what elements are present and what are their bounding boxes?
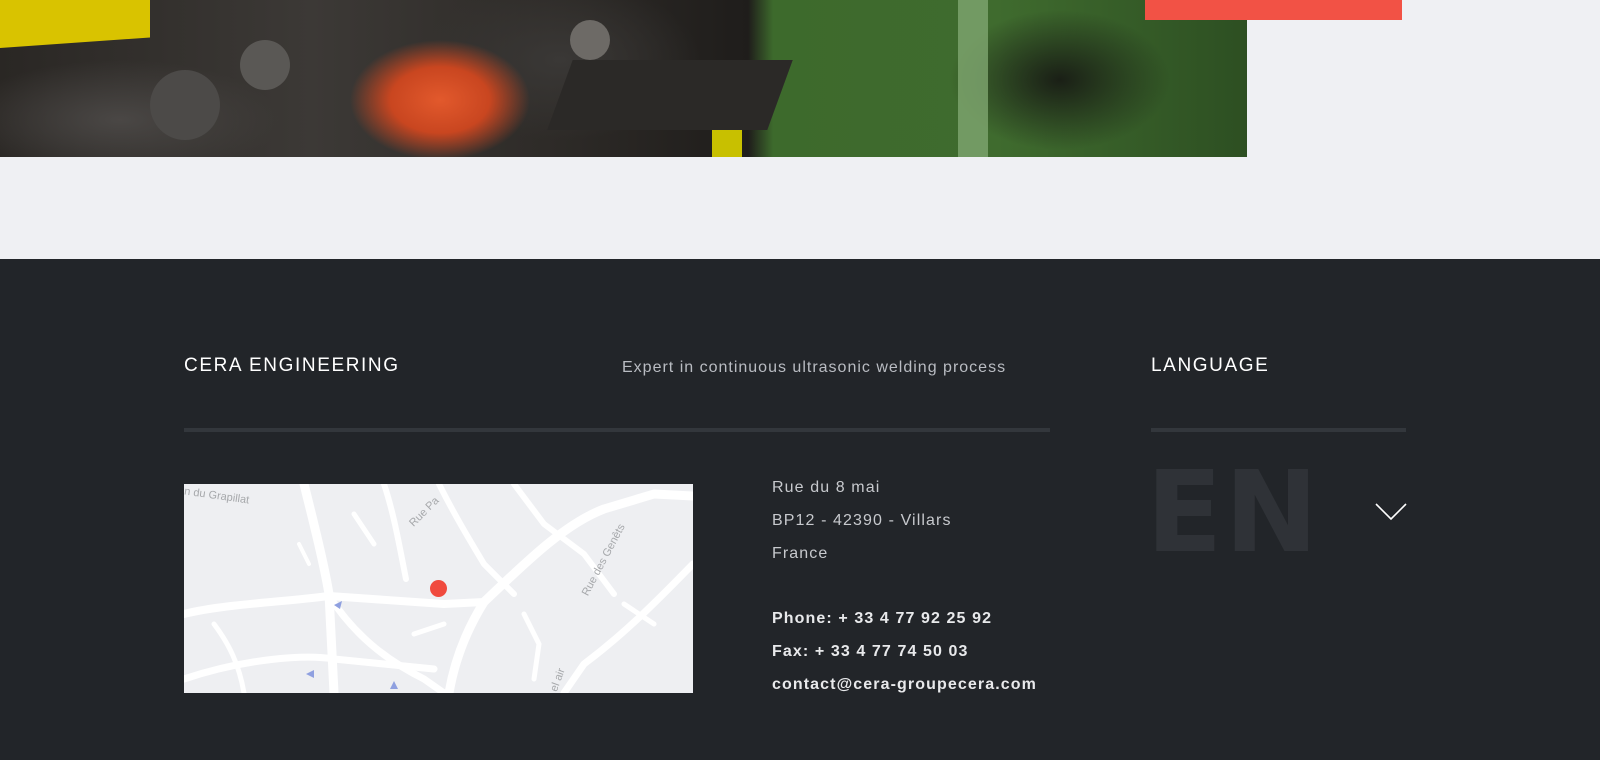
hero-detail-gear xyxy=(150,70,220,140)
footer-divider xyxy=(184,428,1050,432)
language-selected[interactable]: EN xyxy=(1146,457,1320,569)
address-country: France xyxy=(772,545,829,562)
contact-address: Rue du 8 mai BP12 - 42390 - Villars Fran… xyxy=(772,471,1037,701)
hero-detail-yellow xyxy=(712,130,742,157)
footer-brand: CERA ENGINEERING xyxy=(184,355,400,376)
address-street: Rue du 8 mai xyxy=(772,479,881,496)
hero-detail-plate xyxy=(547,60,793,130)
phone-number[interactable]: + 33 4 77 92 25 92 xyxy=(838,610,992,627)
hero-detail-gear xyxy=(570,20,610,60)
hero-detail-gear xyxy=(240,40,290,90)
hero-image xyxy=(0,0,1247,157)
location-map[interactable]: n du Grapillat Rue Pa Rue des Genêts el … xyxy=(184,484,693,693)
address-spacer xyxy=(772,570,1037,602)
site-footer: CERA ENGINEERING Expert in continuous ul… xyxy=(0,259,1600,760)
email-link[interactable]: contact@cera-groupecera.com xyxy=(772,668,1037,701)
hero-detail-rail xyxy=(958,0,988,157)
chevron-down-icon[interactable] xyxy=(1375,502,1407,522)
address-postal: BP12 - 42390 - Villars xyxy=(772,512,952,529)
fax-line: Fax: + 33 4 77 74 50 03 xyxy=(772,635,1037,668)
accent-bar xyxy=(1145,0,1402,20)
language-divider xyxy=(1151,428,1406,432)
fax-number: + 33 4 77 74 50 03 xyxy=(814,643,969,660)
phone-label: Phone: xyxy=(772,610,839,627)
phone-line[interactable]: Phone: + 33 4 77 92 25 92 xyxy=(772,602,1037,635)
footer-tagline: Expert in continuous ultrasonic welding … xyxy=(622,359,1007,376)
language-heading: LANGUAGE xyxy=(1151,355,1270,376)
fax-label: Fax: xyxy=(772,643,815,660)
hero-detail-yellow xyxy=(0,0,150,48)
location-pin-icon[interactable] xyxy=(430,580,447,597)
